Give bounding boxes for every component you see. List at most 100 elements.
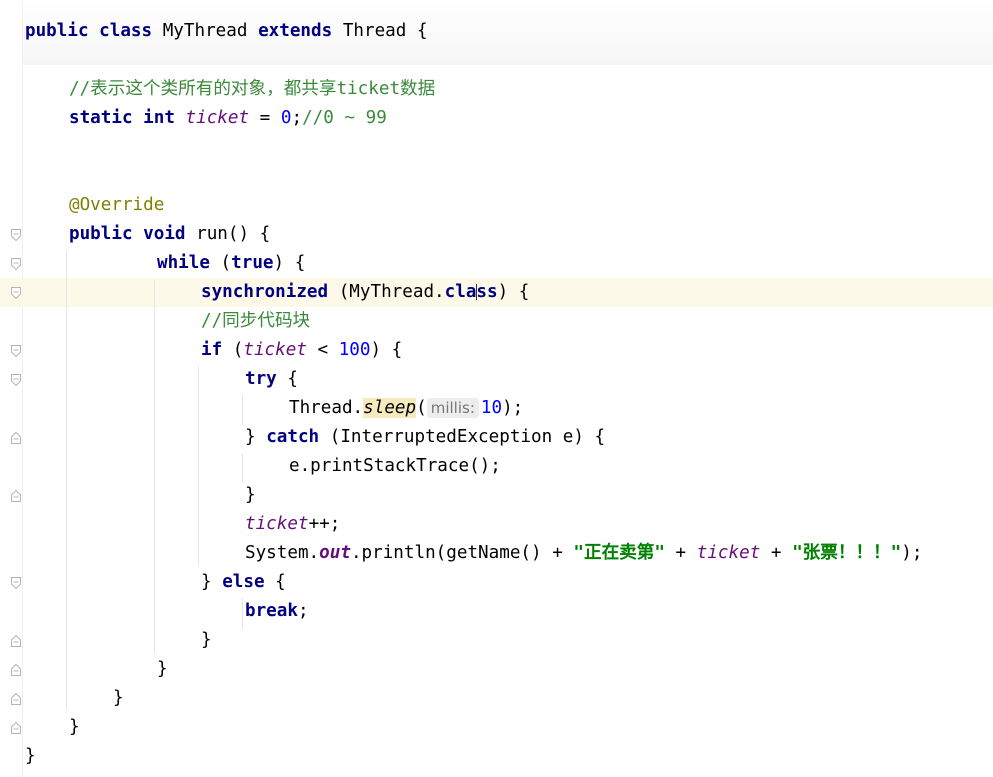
code-line-brace[interactable]: } [25,742,36,771]
field-ticket: ticket [243,340,307,360]
keyword-int: int [143,108,175,128]
indent-guide [242,395,243,425]
comment-text: //同步代码块 [201,311,311,331]
indent-guide [66,250,67,710]
keyword-true: true [231,253,274,273]
code-line-field-declaration[interactable]: static int ticket = 0;//0 ~ 99 [69,104,387,133]
field-out: out [319,543,351,563]
method-run: run() { [196,224,271,244]
operator-plus: + [760,543,793,563]
catch-parameter: (InterruptedException e) { [319,427,606,447]
keyword-synchronized: synchronized [201,282,329,302]
class-reference: System. [245,543,320,563]
brace: { [276,369,298,389]
keyword-class: class [99,21,153,41]
code-line-brace[interactable]: } [69,713,80,742]
gutter-divider [22,0,23,777]
indent-guide [242,598,243,628]
statement: e.printStackTrace(); [289,456,501,476]
keyword-while: while [157,253,210,273]
keyword-catch: catch [266,427,320,447]
fold-close-icon[interactable] [11,693,21,705]
code-line-annotation[interactable]: @Override [69,191,164,220]
string-literal: "正在卖第" [573,543,665,563]
fold-open-icon[interactable] [11,287,21,299]
fold-open-icon[interactable] [11,229,21,241]
keyword-break: break [245,601,298,621]
code-line-brace[interactable]: } [245,481,256,510]
paren-open: ( [209,253,232,273]
brace: } [113,688,124,708]
code-line-class-declaration[interactable]: public class MyThread extends Thread { [25,17,428,46]
keyword-try: try [245,369,277,389]
code-line-print-stack-trace[interactable]: e.printStackTrace(); [289,452,501,481]
code-line-increment[interactable]: ticket++; [245,510,340,539]
keyword-else: else [222,572,265,592]
code-line-try[interactable]: try { [245,365,298,394]
method-sleep: sleep [363,398,417,418]
brace: { [264,572,286,592]
fold-close-icon[interactable] [11,722,21,734]
brace: } [201,630,212,650]
operator-increment: ++; [308,514,341,534]
code-line-break[interactable]: break; [245,597,309,626]
annotation-override: @Override [69,195,165,215]
field-ticket: ticket [696,543,761,563]
field-ticket: ticket [185,108,250,128]
code-line-sleep[interactable]: Thread.sleep(millis: 10); [289,394,523,423]
text-cursor [476,284,477,300]
fold-close-icon[interactable] [11,635,21,647]
code-line-while[interactable]: while (true) { [157,249,305,278]
code-line-catch[interactable]: } catch (InterruptedException e) { [245,423,605,452]
comment-text: //表示这个类所有的对象，都共享ticket数据 [69,79,436,99]
code-line-brace[interactable]: } [157,655,168,684]
fold-open-icon[interactable] [11,577,21,589]
operator-assign: = [249,108,281,128]
paren-open: ( [222,340,244,360]
code-line-brace[interactable]: } [201,626,212,655]
parameter-hint: millis: [426,398,479,418]
brace: } [245,427,267,447]
string-literal: "张票！！！" [792,543,902,563]
paren-close: ); [502,398,524,418]
number-literal: 100 [338,340,371,360]
fold-open-icon[interactable] [11,345,21,357]
code-line-else[interactable]: } else { [201,568,286,597]
code-line-brace[interactable]: } [113,684,124,713]
fold-close-icon[interactable] [11,432,21,444]
code-line-comment[interactable]: //同步代码块 [201,307,310,336]
fold-open-icon[interactable] [11,258,21,270]
keyword-static: static [69,108,133,128]
class-name: MyThread [162,21,248,41]
code-line-run-method[interactable]: public void run() { [69,220,270,249]
code-line-comment[interactable]: //表示这个类所有的对象，都共享ticket数据 [69,75,435,104]
paren-close: ) { [273,253,306,273]
brace: { [416,21,428,41]
editor-gutter [0,0,22,777]
number-literal: 10 [480,398,503,418]
brace: } [69,717,80,737]
code-line-if[interactable]: if (ticket < 100) { [201,336,402,365]
code-editor[interactable]: public class MyThread extends Thread { /… [0,0,993,777]
brace: } [25,746,36,766]
field-ticket: ticket [245,514,309,534]
code-line-println[interactable]: System.out.println(getName() + "正在卖第" + … [245,539,922,568]
code-line-synchronized[interactable]: synchronized (MyThread.class) { [201,278,529,307]
superclass-name: Thread [342,21,407,41]
indent-guide [242,453,243,483]
brace: } [245,485,256,505]
brace: } [157,659,168,679]
method-call: .println(getName() + [350,543,574,563]
keyword-class: class [444,282,498,302]
fold-close-icon[interactable] [11,664,21,676]
keyword-extends: extends [258,21,333,41]
fold-close-icon[interactable] [11,490,21,502]
paren-open: ( [416,398,427,418]
brace: } [201,572,223,592]
fold-open-icon[interactable] [11,374,21,386]
indent-guide [198,366,199,566]
paren-close: ) { [497,282,530,302]
paren-close: ); [901,543,923,563]
sync-target: (MyThread. [328,282,445,302]
semicolon: ; [297,601,309,621]
